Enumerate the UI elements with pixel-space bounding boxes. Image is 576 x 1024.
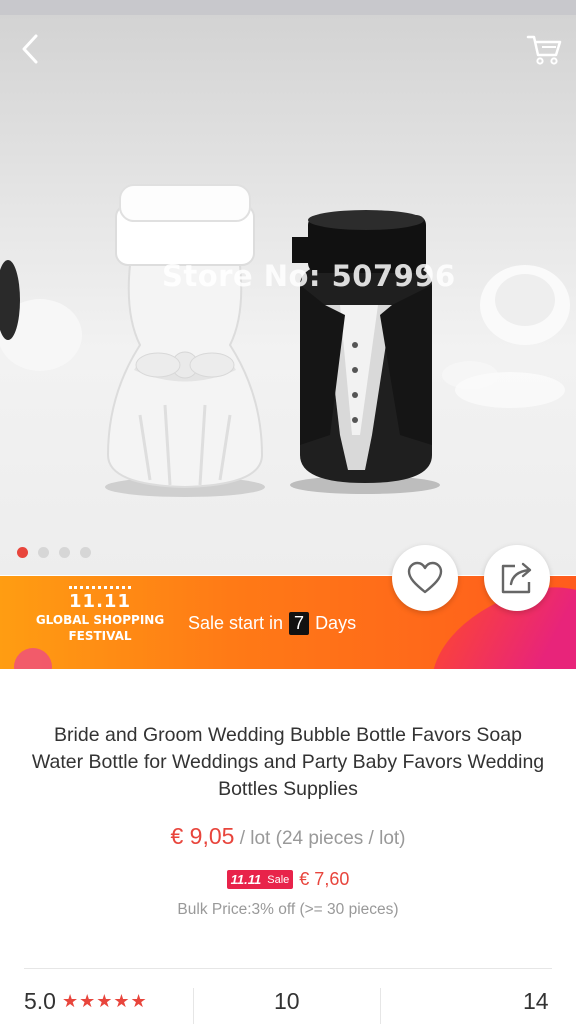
bulk-price: Bulk Price:3% off (>= 30 pieces) — [177, 901, 399, 918]
product-title: Bride and Groom Wedding Bubble Bottle Fa… — [31, 724, 545, 800]
stat-divider — [193, 988, 194, 1024]
festival-line-2: FESTIVAL — [68, 629, 132, 643]
back-icon[interactable] — [14, 31, 50, 67]
sale-countdown: Sale start in 7 Days — [188, 612, 356, 635]
stats-row[interactable]: 5.0 ★★★★★ 10 14 — [0, 988, 576, 1024]
share-icon — [501, 562, 532, 594]
festival-logo-mark: 11.11 — [69, 586, 131, 612]
star-rating-icon: ★★★★★ — [61, 991, 148, 1011]
sale-prefix: Sale start in — [188, 613, 284, 633]
product-image-gallery[interactable]: Store No: 507996 — [0, 15, 576, 575]
price-unit: / lot (24 pieces / lot) — [234, 828, 406, 849]
right-stat[interactable]: 14 — [523, 988, 549, 1024]
price-row: € 9,05 / lot (24 pieces / lot) — [0, 823, 576, 850]
store-watermark: Store No: 507996 — [162, 259, 456, 293]
pager-dot[interactable] — [38, 547, 49, 558]
middle-stat[interactable]: 10 — [274, 988, 300, 1024]
pager-dot[interactable] — [80, 547, 91, 558]
share-button[interactable] — [484, 545, 550, 611]
rating-value: 5.0 — [24, 988, 56, 1014]
favorite-button[interactable] — [392, 545, 458, 611]
rating-stat[interactable]: 5.0 ★★★★★ — [24, 988, 148, 1024]
festival-line-1: GLOBAL SHOPPING — [35, 613, 165, 627]
global-shopping-festival-logo: 11.11 GLOBAL SHOPPING FESTIVAL — [30, 586, 170, 644]
image-pager-dots[interactable] — [17, 547, 91, 558]
sale-suffix: Days — [315, 613, 357, 633]
banner-decoration-circle — [14, 648, 52, 669]
pager-dot[interactable] — [59, 547, 70, 558]
product-photo — [0, 184, 570, 497]
sale-price: € 7,60 — [299, 869, 350, 889]
cart-icon[interactable] — [524, 31, 564, 67]
sale-badge-text: Sale — [267, 873, 290, 886]
sale-price-row: 11.11 Sale € 7,60 — [0, 869, 576, 890]
status-bar — [0, 0, 576, 15]
countdown-days: 7 — [289, 612, 310, 635]
divider — [24, 968, 552, 969]
stat-divider — [380, 988, 381, 1024]
pager-dot[interactable] — [17, 547, 28, 558]
sale-badge-logo: 11.11 — [230, 872, 262, 887]
heart-icon — [407, 561, 443, 594]
sale-badge: 11.11 Sale — [226, 870, 294, 889]
product-price: € 9,05 — [170, 823, 235, 849]
